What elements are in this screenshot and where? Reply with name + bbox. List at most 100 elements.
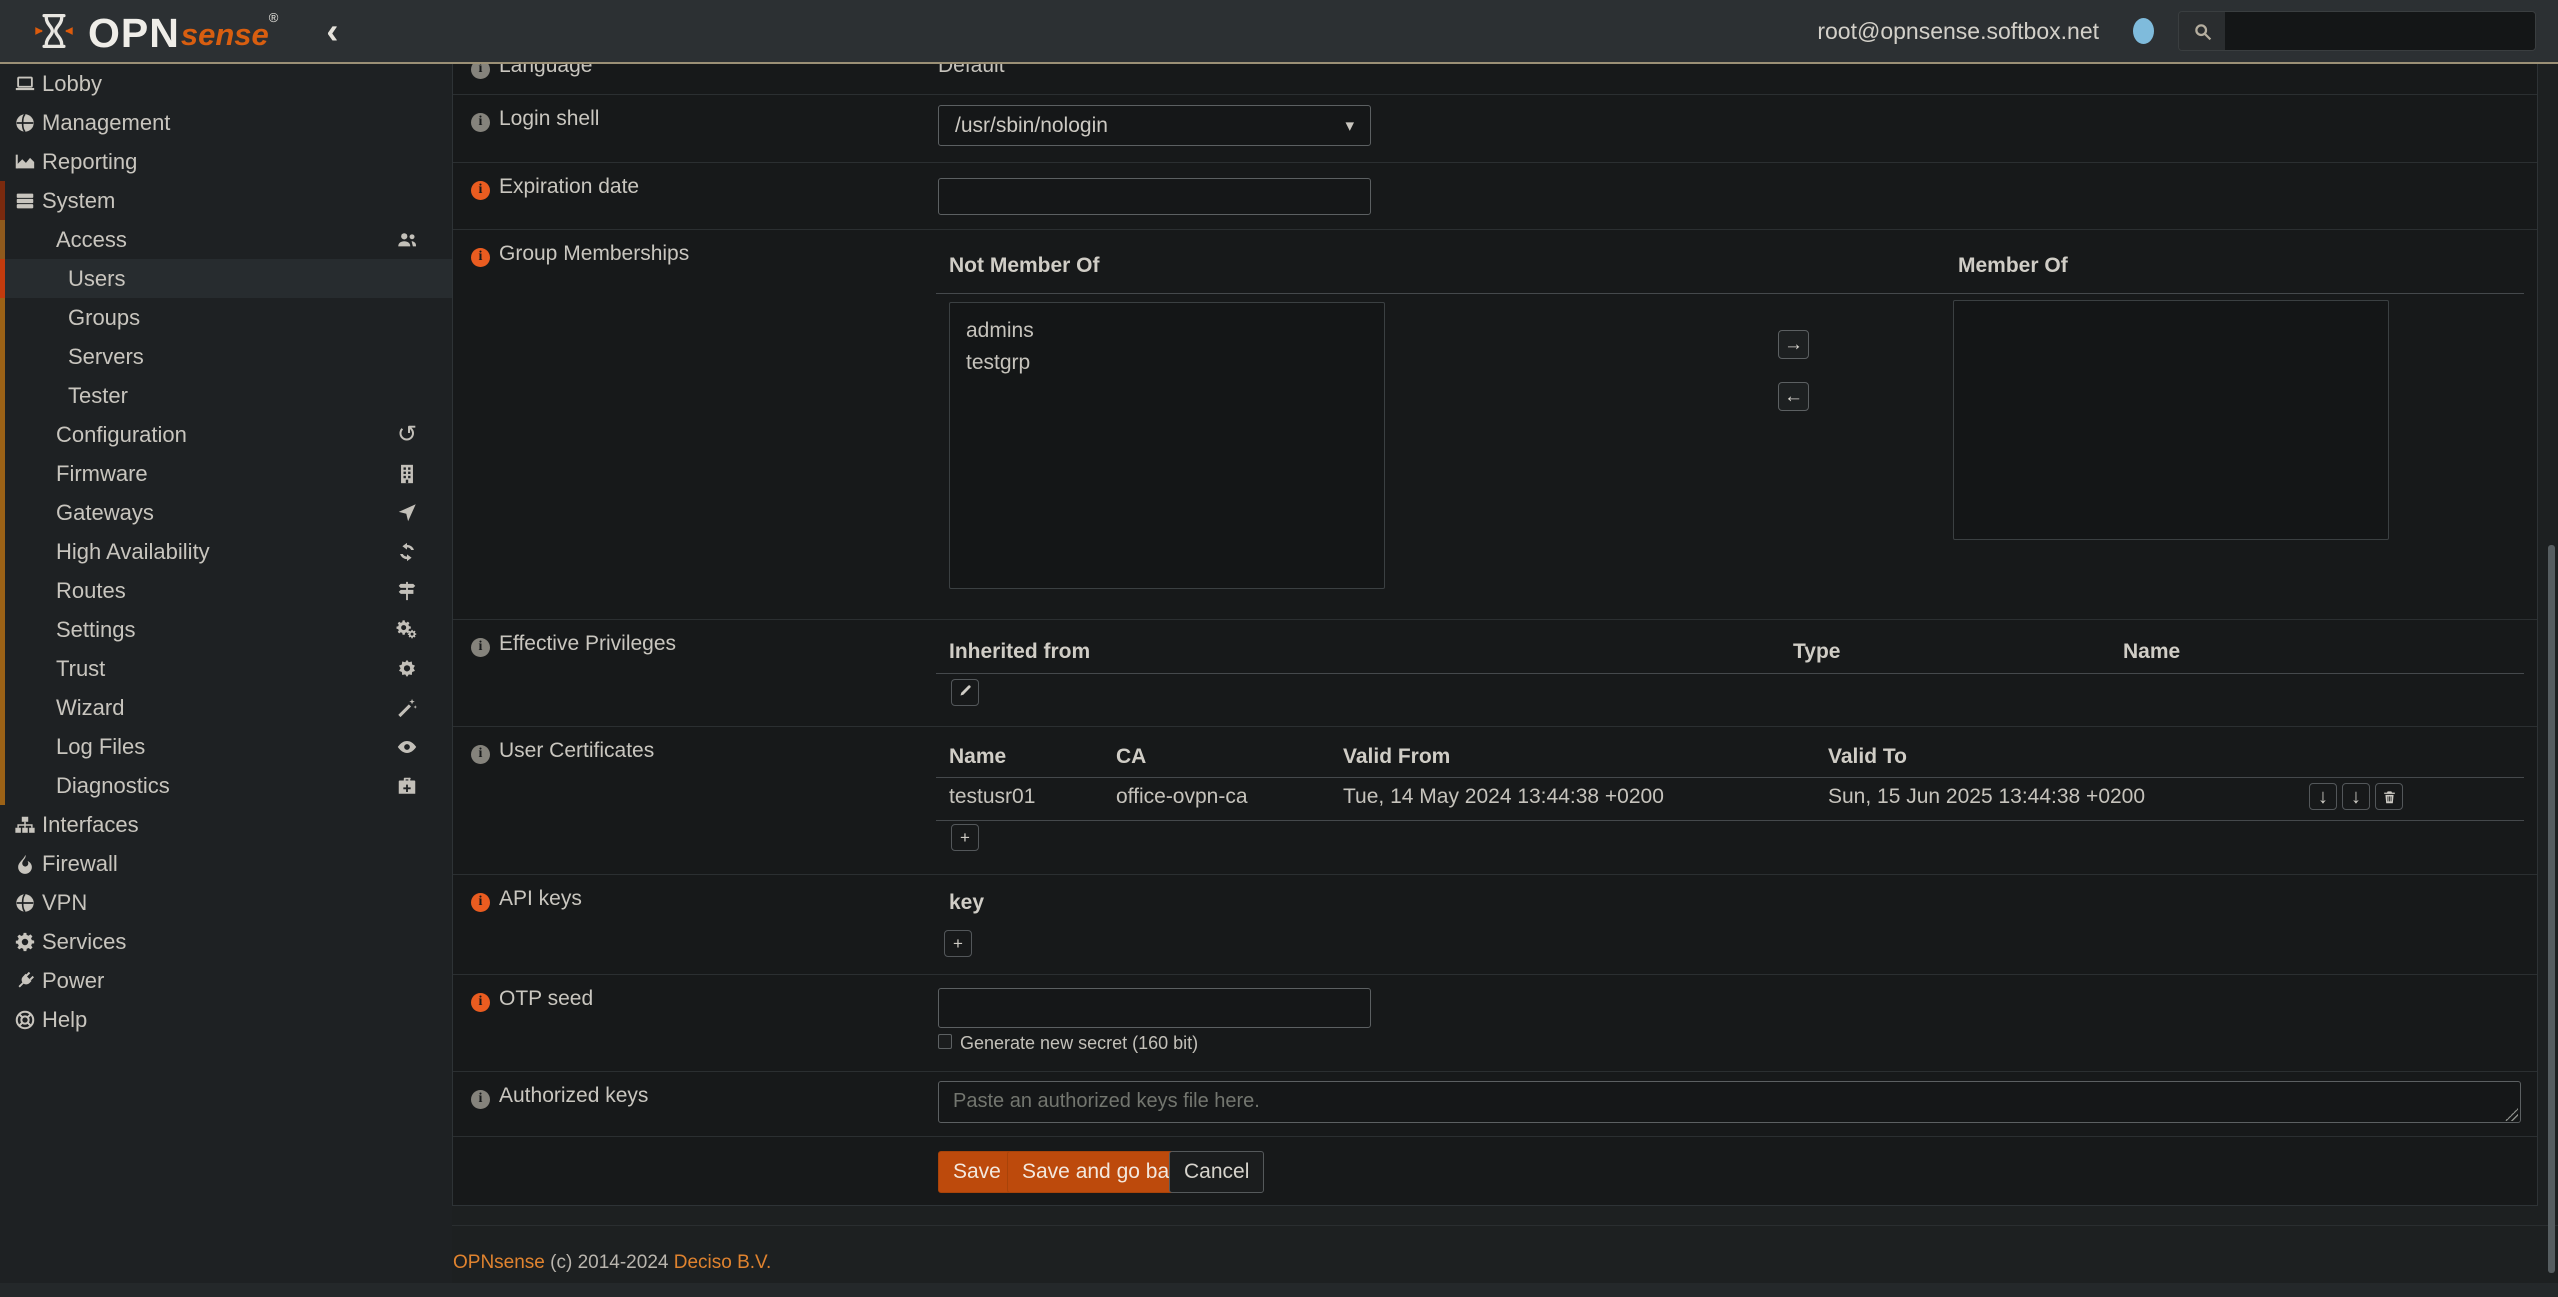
cert-cell-valid-to: Sun, 15 Jun 2025 13:44:38 +0200 bbox=[1828, 785, 2145, 809]
sidebar-collapse-button[interactable]: ‹ bbox=[326, 16, 338, 46]
sidebar-item-power[interactable]: Power bbox=[0, 961, 452, 1000]
row-effective-privileges: i Effective Privileges Inherited from Ty… bbox=[453, 620, 2537, 727]
bottom-band bbox=[0, 1283, 2558, 1297]
sidebar-item-configuration[interactable]: Configuration↺ bbox=[0, 415, 452, 454]
info-icon: i bbox=[471, 242, 490, 267]
sidebar-item-management[interactable]: Management bbox=[0, 103, 452, 142]
download-certificate-button-1[interactable]: ↓ bbox=[2309, 783, 2337, 810]
add-certificate-button[interactable]: + bbox=[951, 824, 979, 851]
sidebar-item-label: Gateways bbox=[56, 500, 154, 526]
sidebar-item-interfaces[interactable]: Interfaces bbox=[0, 805, 452, 844]
language-value: Default bbox=[938, 64, 1005, 78]
sidebar-item-high-availability[interactable]: High Availability bbox=[0, 532, 452, 571]
sidebar-item-servers[interactable]: Servers bbox=[0, 337, 452, 376]
medkit-icon bbox=[393, 774, 421, 798]
delete-certificate-button[interactable] bbox=[2375, 783, 2403, 810]
add-to-group-button[interactable]: → bbox=[1778, 330, 1809, 359]
logged-in-user: root@opnsense.softbox.net bbox=[1817, 18, 2099, 45]
row-login-shell: i Login shell /usr/sbin/nologin ▾ bbox=[453, 95, 2537, 163]
sidebar-item-reporting[interactable]: Reporting bbox=[0, 142, 452, 181]
opnsense-logo[interactable]: OPN sense ® bbox=[28, 9, 278, 53]
caret-down-icon: ▾ bbox=[1345, 116, 1354, 136]
row-form-actions: Save Save and go back Cancel bbox=[453, 1137, 2537, 1206]
sidebar-item-settings[interactable]: Settings bbox=[0, 610, 452, 649]
sidebar-item-trust[interactable]: Trust bbox=[0, 649, 452, 688]
sidebar-item-lobby[interactable]: Lobby bbox=[0, 64, 452, 103]
sidebar-item-wizard[interactable]: Wizard bbox=[0, 688, 452, 727]
member-of-listbox[interactable] bbox=[1953, 300, 2389, 540]
list-option[interactable]: testgrp bbox=[950, 347, 1384, 379]
login-shell-label: i Login shell bbox=[471, 107, 599, 132]
sidebar-item-tester[interactable]: Tester bbox=[0, 376, 452, 415]
users-icon bbox=[393, 228, 421, 252]
footer-opnsense-link[interactable]: OPNsense bbox=[453, 1252, 545, 1273]
add-api-key-button[interactable]: + bbox=[944, 930, 972, 957]
sidebar-item-routes[interactable]: Routes bbox=[0, 571, 452, 610]
footer-divider bbox=[452, 1225, 2558, 1226]
remove-from-group-button[interactable]: ← bbox=[1778, 382, 1809, 411]
sidebar-item-label: Settings bbox=[56, 617, 136, 643]
download-certificate-button-2[interactable]: ↓ bbox=[2342, 783, 2370, 810]
sidebar-item-groups[interactable]: Groups bbox=[0, 298, 452, 337]
info-icon: i bbox=[471, 107, 490, 132]
plug-icon bbox=[11, 969, 39, 993]
sidebar-item-label: Log Files bbox=[56, 734, 145, 760]
sidebar-item-vpn[interactable]: VPN bbox=[0, 883, 452, 922]
sidebar-item-system[interactable]: System bbox=[0, 181, 452, 220]
privileges-header-divider bbox=[936, 673, 2524, 674]
search-input[interactable] bbox=[2225, 12, 2535, 50]
not-member-of-listbox[interactable]: adminstestgrp bbox=[949, 302, 1385, 589]
group-memberships-label: i Group Memberships bbox=[471, 242, 689, 267]
chevron-left-icon: ‹ bbox=[326, 10, 338, 51]
expiration-date-label: i Expiration date bbox=[471, 175, 639, 200]
sidebar-item-firewall[interactable]: Firewall bbox=[0, 844, 452, 883]
sidebar-item-label: High Availability bbox=[56, 539, 210, 565]
row-otp-seed: i OTP seed Generate new secret (160 bit) bbox=[453, 975, 2537, 1072]
arrow-right-icon: → bbox=[1784, 334, 1803, 356]
life-ring-icon bbox=[11, 1008, 39, 1032]
generate-secret-checkbox[interactable] bbox=[938, 1034, 952, 1049]
fire-icon bbox=[11, 852, 39, 876]
col-type: Type bbox=[1793, 640, 1840, 664]
sidebar-item-label: Reporting bbox=[42, 149, 137, 175]
sidebar-item-gateways[interactable]: Gateways bbox=[0, 493, 452, 532]
sitemap-icon bbox=[11, 813, 39, 837]
sidebar-item-label: Firewall bbox=[42, 851, 118, 877]
search-icon[interactable] bbox=[2179, 12, 2225, 50]
sidebar-item-help[interactable]: Help bbox=[0, 1000, 452, 1039]
footer-deciso-link[interactable]: Deciso B.V. bbox=[674, 1252, 772, 1273]
gears-icon bbox=[393, 618, 421, 642]
cancel-button[interactable]: Cancel bbox=[1169, 1151, 1264, 1193]
global-search bbox=[2178, 11, 2536, 51]
main-content: i Language Default i Login shell /usr/sb… bbox=[452, 64, 2558, 1297]
firmware-icon bbox=[393, 462, 421, 486]
sidebar-item-services[interactable]: Services bbox=[0, 922, 452, 961]
authorized-keys-textarea[interactable] bbox=[938, 1081, 2521, 1123]
scrollbar-thumb[interactable] bbox=[2548, 545, 2555, 1273]
list-option[interactable]: admins bbox=[950, 315, 1384, 347]
sidebar-item-label: Firmware bbox=[56, 461, 148, 487]
sidebar-item-users[interactable]: Users bbox=[0, 259, 452, 298]
info-icon: i bbox=[471, 175, 490, 200]
sidebar-item-diagnostics[interactable]: Diagnostics bbox=[0, 766, 452, 805]
user-edit-form: i Language Default i Login shell /usr/sb… bbox=[452, 64, 2538, 1206]
textarea-resize-grip[interactable] bbox=[2505, 1108, 2518, 1121]
save-button[interactable]: Save bbox=[938, 1151, 1016, 1193]
otp-seed-input[interactable] bbox=[938, 988, 1371, 1028]
sidebar-item-label: Access bbox=[56, 227, 127, 253]
expiration-date-input[interactable] bbox=[938, 178, 1371, 215]
pencil-icon bbox=[958, 683, 973, 703]
login-shell-select[interactable]: /usr/sbin/nologin ▾ bbox=[938, 105, 1371, 146]
sidebar-item-firmware[interactable]: Firmware bbox=[0, 454, 452, 493]
edit-privileges-button[interactable] bbox=[951, 679, 979, 706]
api-key-column: key bbox=[949, 891, 984, 915]
row-language: i Language Default bbox=[453, 64, 2537, 95]
row-group-memberships: i Group Memberships Not Member Of Member… bbox=[453, 230, 2537, 620]
sidebar-item-label: VPN bbox=[42, 890, 87, 916]
cert-cell-valid-from: Tue, 14 May 2024 13:44:38 +0200 bbox=[1343, 785, 1664, 809]
laptop-icon bbox=[11, 72, 39, 96]
sidebar-item-log-files[interactable]: Log Files bbox=[0, 727, 452, 766]
cert-row-divider bbox=[936, 820, 2524, 821]
language-label: i Language bbox=[471, 64, 592, 79]
sidebar-item-access[interactable]: Access bbox=[0, 220, 452, 259]
